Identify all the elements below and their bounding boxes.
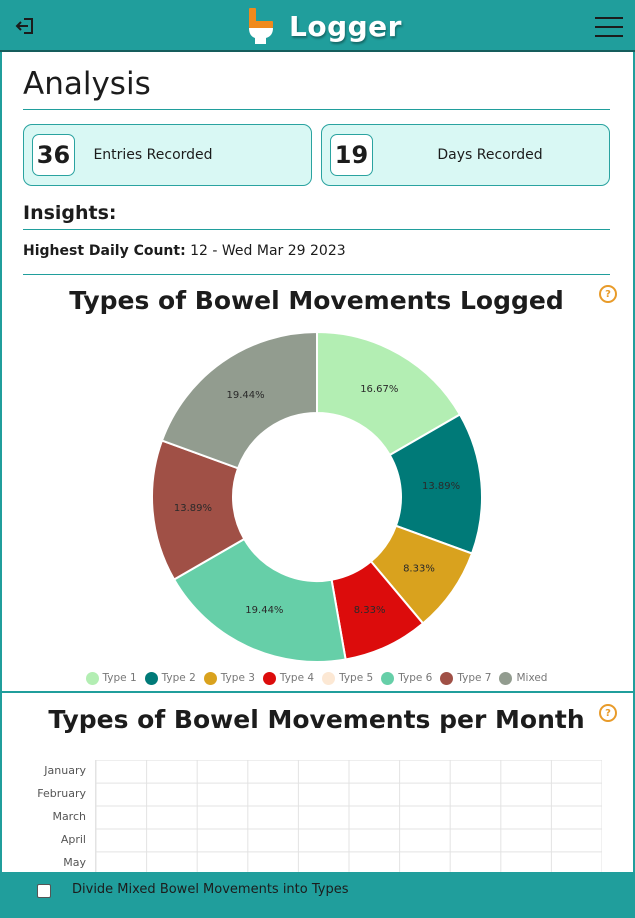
donut-slice-label: 8.33% (354, 605, 386, 616)
footer-bar: Divide Mixed Bowel Movements into Types (0, 872, 635, 918)
donut-chart: 16.67% 13.89% 8.33% 8.33% 19.44% 13.89% 19.44% (151, 330, 483, 663)
month-tick-label: March (52, 810, 86, 823)
insights-heading: Insights: (23, 202, 117, 224)
legend-label: Type 1 (102, 672, 137, 684)
legend-item-type-4[interactable]: Type 4 (262, 671, 315, 685)
legend-swatch (262, 671, 276, 685)
highest-count-label: Highest Daily Count: (23, 243, 186, 259)
donut-slice-label: 8.33% (403, 563, 435, 574)
pie-chart-title: Types of Bowel Movements Logged (69, 286, 564, 315)
legend-item-type-7[interactable]: Type 7 (440, 671, 492, 685)
days-count: 19 (330, 134, 373, 176)
highest-count-value: 12 - Wed Mar 29 2023 (185, 243, 346, 259)
app-header: Logger (0, 0, 635, 52)
legend-label: Type 7 (457, 672, 492, 684)
days-card: 19 Days Recorded (321, 124, 610, 186)
help-icon[interactable]: ? (599, 285, 617, 303)
app-name: Logger (289, 9, 402, 43)
legend-label: Type 4 (279, 672, 315, 684)
legend-swatch (381, 671, 395, 685)
legend-item-type-6[interactable]: Type 6 (381, 671, 433, 685)
month-tick-label: January (44, 764, 86, 777)
legend-item-mixed[interactable]: Mixed (499, 671, 548, 685)
legend-swatch (203, 671, 217, 685)
legend-label: Type 2 (161, 672, 196, 684)
brand[interactable]: Logger (247, 4, 402, 48)
legend-label: Type 5 (339, 672, 374, 684)
entries-card: 36 Entries Recorded (23, 124, 312, 186)
title-divider (23, 109, 610, 110)
legend-swatch (499, 671, 513, 685)
month-tick-label: May (63, 856, 86, 869)
legend-item-type-5[interactable]: Type 5 (322, 671, 374, 685)
divide-mixed-label[interactable]: Divide Mixed Bowel Movements into Types (72, 882, 349, 897)
highest-daily-count: Highest Daily Count: 12 - Wed Mar 29 202… (23, 243, 346, 259)
legend-swatch (322, 671, 336, 685)
legend-label: Type 6 (398, 672, 433, 684)
legend-swatch (440, 671, 454, 685)
legend-swatch (85, 671, 99, 685)
insights-bottom-divider (23, 274, 610, 275)
legend-label: Type 3 (220, 672, 255, 684)
logout-icon[interactable] (13, 14, 37, 38)
insights-divider (23, 229, 610, 230)
hamburger-menu-icon[interactable] (595, 16, 623, 38)
month-tick-label: February (37, 787, 86, 800)
donut-slice-label: 19.44% (245, 605, 283, 616)
donut-slice-label: 19.44% (227, 390, 265, 401)
entries-count: 36 (32, 134, 75, 176)
donut-slice-label: 13.89% (422, 481, 460, 492)
legend-item-type-2[interactable]: Type 2 (144, 671, 196, 685)
entries-label: Entries Recorded (93, 147, 213, 163)
legend-swatch (144, 671, 158, 685)
divide-mixed-checkbox[interactable] (37, 884, 51, 898)
days-label: Days Recorded (437, 147, 543, 163)
monthly-chart-title: Types of Bowel Movements per Month (48, 705, 585, 734)
donut-slice-label: 13.89% (174, 503, 212, 514)
legend-item-type-1[interactable]: Type 1 (85, 671, 137, 685)
month-tick-label: April (60, 833, 86, 846)
section-divider (0, 691, 635, 693)
toilet-logo (249, 8, 273, 44)
legend-item-type-3[interactable]: Type 3 (203, 671, 255, 685)
monthly-chart-grid (95, 760, 602, 872)
page-title: Analysis (23, 66, 151, 102)
chart-legend: Type 1 Type 2 Type 3 Type 4 Type 5 Type 6 Type… (0, 670, 633, 686)
legend-label: Mixed (516, 672, 548, 684)
donut-slice-label: 16.67% (360, 384, 398, 395)
help-icon[interactable]: ? (599, 704, 617, 722)
